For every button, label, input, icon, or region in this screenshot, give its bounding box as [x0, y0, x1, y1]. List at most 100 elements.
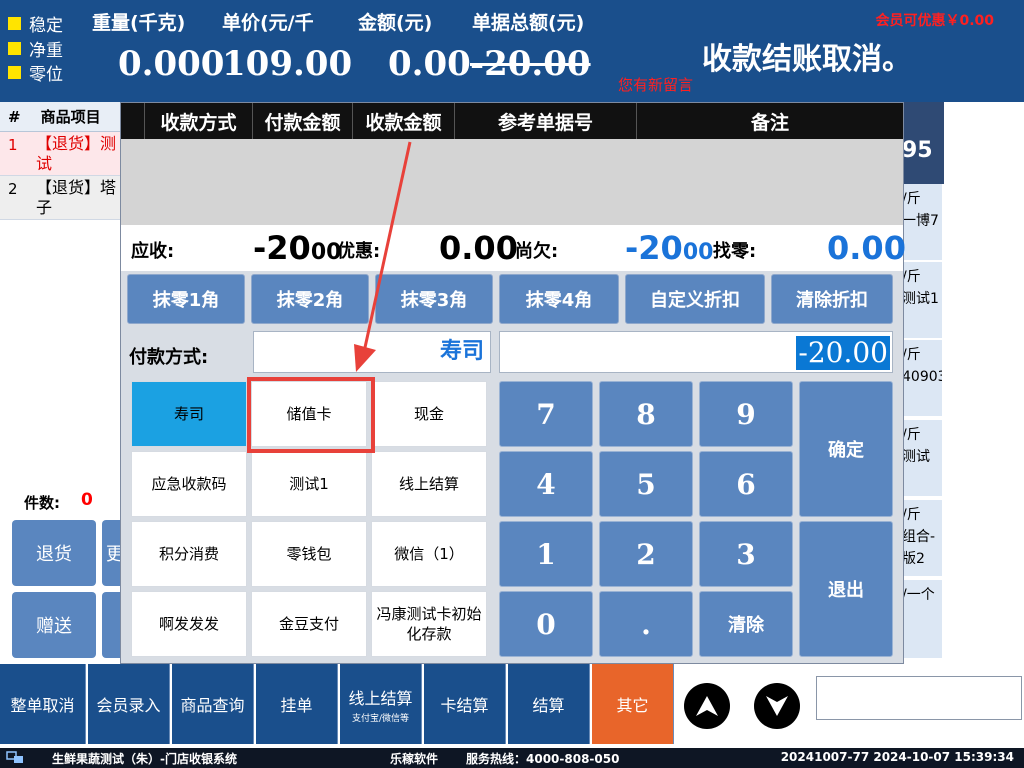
card-settlement-button[interactable]: 卡结算: [424, 664, 506, 744]
payment-method-field[interactable]: 寿司: [253, 331, 491, 373]
column-paid-amount: 付款金额: [253, 103, 353, 139]
app-title: 生鲜果蔬测试（朱）-门店收银系统: [52, 752, 237, 766]
arrow-up-icon: [696, 696, 718, 716]
zero-indicator: 零位: [8, 61, 63, 85]
product-card[interactable]: /斤 测试: [902, 420, 942, 496]
amount-label: 金额(元): [358, 12, 433, 34]
settle-button[interactable]: 结算: [508, 664, 590, 744]
method-afafa-button[interactable]: 啊发发发: [131, 591, 247, 657]
scroll-up-button[interactable]: [684, 683, 730, 729]
column-payment-method: 收款方式: [145, 103, 253, 139]
total-value: -20.00: [470, 44, 591, 84]
custom-discount-button[interactable]: 自定义折扣: [625, 274, 765, 324]
method-test1-button[interactable]: 测试1: [251, 451, 367, 517]
product-card[interactable]: /斤 测试1: [902, 262, 942, 338]
table-row[interactable]: 1 【退货】测试: [0, 132, 122, 176]
return-button[interactable]: 退货: [12, 520, 96, 586]
clear-button[interactable]: 清除: [699, 591, 793, 657]
online-settlement-button[interactable]: 线上结算 支付宝/微信等: [340, 664, 422, 744]
item-count-label: 件数:: [24, 494, 60, 512]
product-search-button[interactable]: 商品查询: [172, 664, 254, 744]
table-row[interactable]: 2 【退货】塔子: [0, 176, 122, 220]
scroll-down-button[interactable]: [754, 683, 800, 729]
key-2[interactable]: 2: [599, 521, 693, 587]
key-dot[interactable]: .: [599, 591, 693, 657]
key-6[interactable]: 6: [699, 451, 793, 517]
other-button[interactable]: 其它: [592, 664, 674, 744]
member-entry-button[interactable]: 会员录入: [88, 664, 170, 744]
change-button[interactable]: 更: [102, 520, 122, 586]
round-off-4-button[interactable]: 抹零4角: [499, 274, 619, 324]
highlight-box: [247, 377, 375, 453]
amount-value: 0.00: [388, 44, 471, 84]
discount-value: 0.00: [439, 229, 518, 267]
confirm-button[interactable]: 确定: [799, 381, 893, 517]
item-count-value: 0: [81, 490, 93, 510]
right-total-panel: 95: [902, 102, 944, 184]
stable-indicator: 稳定: [8, 12, 63, 36]
key-3[interactable]: 3: [699, 521, 793, 587]
service-hotline: 服务热线：4000-808-050: [466, 752, 620, 766]
key-9[interactable]: 9: [699, 381, 793, 447]
change-value: 0.00: [827, 229, 906, 267]
method-gold-bean-button[interactable]: 金豆支付: [251, 591, 367, 657]
payment-method-label: 付款方式:: [129, 347, 209, 368]
product-card[interactable]: /一个: [902, 580, 942, 658]
key-5[interactable]: 5: [599, 451, 693, 517]
network-icon: [6, 751, 23, 763]
method-sushi-button[interactable]: 寿司: [131, 381, 247, 447]
key-7[interactable]: 7: [499, 381, 593, 447]
method-test-card-deposit-button[interactable]: 冯康测试卡初始化存款: [371, 591, 487, 657]
payment-table-header: 收款方式 付款金额 收款金额 参考单据号 备注: [121, 103, 903, 139]
owed-label: 尚欠:: [515, 241, 559, 262]
weight-label: 重量(千克): [92, 12, 186, 34]
key-1[interactable]: 1: [499, 521, 593, 587]
receivable-value: -2000: [253, 229, 342, 267]
cancel-order-button[interactable]: 整单取消: [0, 664, 86, 744]
clear-discount-button[interactable]: 清除折扣: [771, 274, 893, 324]
square-icon: [8, 16, 21, 30]
product-list-header: # 商品项目: [0, 102, 122, 132]
key-0[interactable]: 0: [499, 591, 593, 657]
price-value: 109.00: [222, 44, 353, 84]
session-info: 20241007-77 2024-10-07 15:39:34: [780, 750, 1014, 764]
round-off-2-button[interactable]: 抹零2角: [251, 274, 369, 324]
product-card[interactable]: /斤 一博7: [902, 184, 942, 260]
square-icon: [8, 65, 21, 79]
method-wechat-button[interactable]: 微信（1）: [371, 521, 487, 587]
product-card[interactable]: /斤 组合- 版2: [902, 500, 942, 576]
column-item: 商品项目: [40, 108, 101, 126]
side-button-partial[interactable]: [102, 592, 122, 658]
product-card[interactable]: /斤 40903: [902, 340, 942, 416]
net-weight-indicator: 净重: [8, 37, 63, 61]
amount-input[interactable]: -20.00: [499, 331, 893, 373]
round-off-3-button[interactable]: 抹零3角: [375, 274, 493, 324]
arrow-down-icon: [766, 696, 788, 716]
method-cash-button[interactable]: 现金: [371, 381, 487, 447]
amount-value: -20.00: [796, 336, 890, 370]
status-message: 收款结账取消。: [702, 42, 912, 77]
discount-label: 优惠:: [337, 241, 381, 262]
round-off-1-button[interactable]: 抹零1角: [127, 274, 245, 324]
key-8[interactable]: 8: [599, 381, 693, 447]
status-bar: 生鲜果蔬测试（朱）-门店收银系统 乐稼软件 服务热线：4000-808-050 …: [0, 748, 1024, 768]
column-number: #: [8, 107, 21, 126]
method-wallet-button[interactable]: 零钱包: [251, 521, 367, 587]
payment-dialog: 收款方式 付款金额 收款金额 参考单据号 备注 应收: -2000 优惠: 0.…: [120, 102, 906, 664]
column-reference-no: 参考单据号: [455, 103, 637, 139]
totals-bar: 应收: -2000 优惠: 0.00 尚欠: -2000 找零: 0.00: [121, 225, 906, 271]
payment-table-body[interactable]: [121, 139, 903, 225]
member-discount: 会员可优惠￥0.00: [875, 13, 994, 29]
header-bar: 稳定 净重 零位 重量(千克) 0.000 单价(元/千 109.00 金额(元…: [0, 0, 1024, 102]
method-online-settlement-button[interactable]: 线上结算: [371, 451, 487, 517]
key-4[interactable]: 4: [499, 451, 593, 517]
method-emergency-qr-button[interactable]: 应急收款码: [131, 451, 247, 517]
owed-value: -2000: [625, 229, 714, 267]
receivable-label: 应收:: [131, 241, 175, 262]
barcode-input[interactable]: [816, 676, 1022, 720]
method-points-button[interactable]: 积分消费: [131, 521, 247, 587]
hold-order-button[interactable]: 挂单: [256, 664, 338, 744]
exit-button[interactable]: 退出: [799, 521, 893, 657]
message-notice[interactable]: 您有新留言: [618, 74, 693, 95]
gift-button[interactable]: 赠送: [12, 592, 96, 658]
